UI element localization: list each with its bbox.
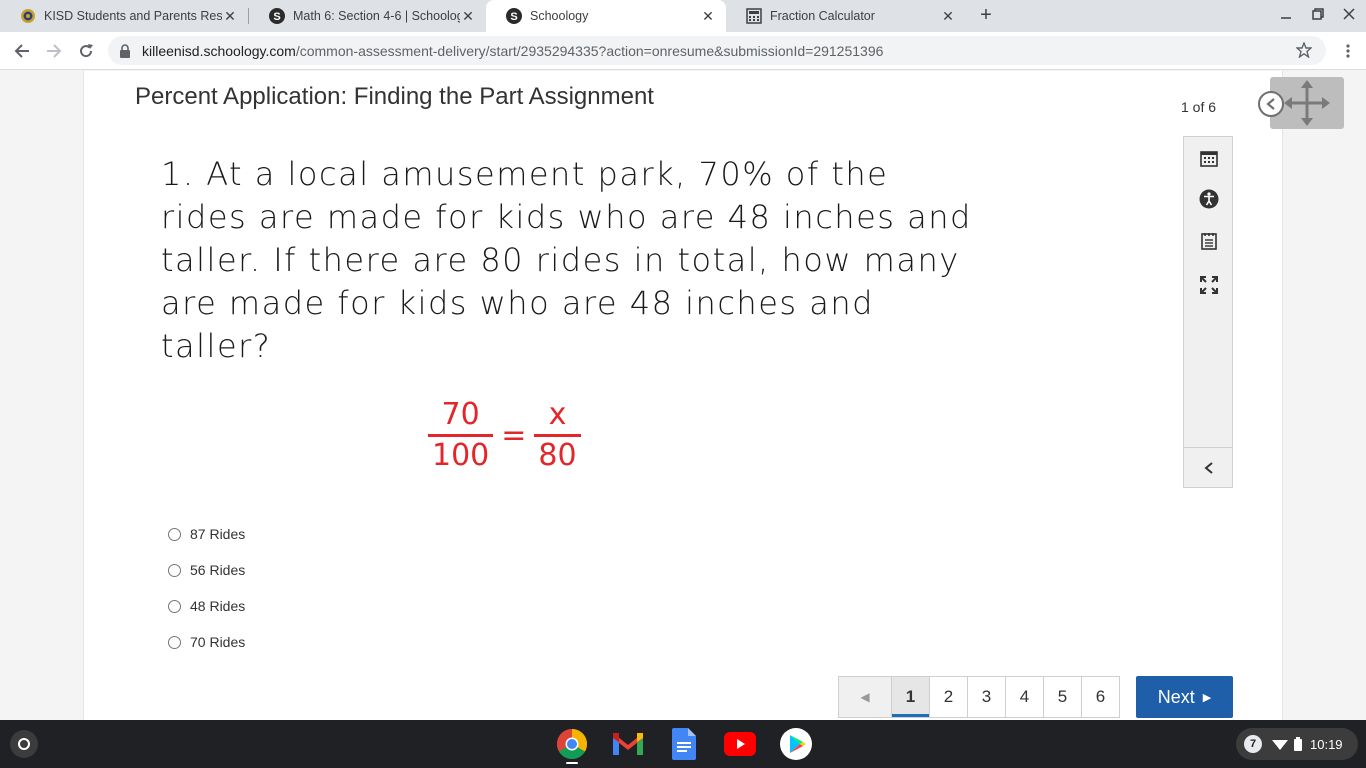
radio-button[interactable] — [168, 527, 181, 541]
left-denominator: 100 — [432, 438, 490, 473]
new-tab-button[interactable]: + — [976, 5, 996, 26]
url-path: /common-assessment-delivery/start/293529… — [295, 42, 884, 59]
left-fraction: 70 100 — [428, 397, 494, 474]
radio-button[interactable] — [168, 563, 181, 577]
os-shelf: 7 10:19 — [0, 720, 1366, 768]
close-icon[interactable]: ✕ — [222, 8, 238, 24]
svg-text:S: S — [273, 11, 280, 23]
address-bar[interactable]: killeenisd.schoology.com/common-assessme… — [108, 36, 1326, 65]
youtube-icon[interactable] — [724, 728, 756, 760]
bookmark-star-icon[interactable] — [1295, 41, 1313, 59]
schoology-icon: S — [506, 8, 522, 24]
answer-label: 70 Rides — [190, 634, 246, 650]
notepad-icon[interactable] — [1199, 231, 1219, 251]
tab-title: Math 6: Section 4-6 | Schoology — [293, 9, 460, 23]
answer-option-2[interactable]: 56 Rides — [168, 552, 245, 588]
close-icon[interactable]: ✕ — [700, 8, 716, 24]
answer-label: 87 Rides — [190, 526, 246, 542]
url-text: killeenisd.schoology.com/common-assessme… — [142, 43, 883, 59]
notification-count-badge[interactable]: 7 — [1244, 735, 1262, 753]
assessment-sheet: Percent Application: Finding the Part As… — [83, 71, 1344, 720]
move-arrows-icon — [1284, 80, 1330, 126]
question-text: 1. At a local amusement park, 70% of the… — [161, 155, 972, 365]
right-numerator: x — [548, 397, 567, 432]
previous-page-button[interactable]: ◀ — [838, 676, 892, 718]
collapse-left-icon[interactable] — [1258, 91, 1284, 117]
page-title: Percent Application: Finding the Part As… — [135, 83, 654, 110]
calendar-tool-icon[interactable] — [1199, 148, 1219, 168]
answer-option-4[interactable]: 70 Rides — [168, 624, 245, 660]
menu-kebab-icon[interactable] — [1338, 41, 1358, 61]
tab-title: KISD Students and Parents Reso — [44, 9, 222, 23]
page-1-button[interactable]: 1 — [891, 676, 930, 718]
next-label: Next — [1157, 686, 1195, 707]
page-3-button[interactable]: 3 — [967, 676, 1006, 718]
answer-option-3[interactable]: 48 Rides — [168, 588, 245, 624]
play-arrow-icon: ▶ — [1202, 691, 1212, 704]
lock-icon[interactable] — [118, 43, 132, 58]
equals-sign: = — [501, 418, 527, 453]
tab-title: Schoology — [530, 9, 589, 23]
close-icon[interactable]: ✕ — [940, 8, 956, 24]
url-host: killeenisd.schoology.com — [142, 42, 296, 59]
collapse-panel-chevron-icon[interactable] — [1199, 458, 1219, 478]
tab-fraction-calculator[interactable]: Fraction Calculator ✕ — [726, 0, 966, 32]
right-denominator: 80 — [538, 438, 577, 473]
tab-title: Fraction Calculator — [770, 9, 875, 23]
tab-kisd[interactable]: KISD Students and Parents Reso ✕ — [0, 0, 248, 32]
question-counter: 1 of 6 — [1181, 99, 1217, 115]
page-6-button[interactable]: 6 — [1081, 676, 1120, 718]
forward-arrow-icon[interactable] — [44, 41, 64, 61]
clock-time: 10:19 — [1310, 736, 1343, 752]
calculator-icon — [746, 8, 762, 24]
next-button[interactable]: Next ▶ — [1136, 676, 1233, 718]
answer-option-1[interactable]: 87 Rides — [168, 516, 245, 552]
accessibility-icon[interactable] — [1199, 189, 1219, 209]
restore-icon[interactable] — [1310, 8, 1326, 24]
tool-panel — [1183, 136, 1233, 488]
browser-toolbar: killeenisd.schoology.com/common-assessme… — [0, 32, 1366, 70]
tab-strip: KISD Students and Parents Reso ✕ S Math … — [0, 0, 1366, 32]
close-icon[interactable]: ✕ — [460, 8, 476, 24]
fraction-bar — [534, 434, 581, 437]
minimize-icon[interactable] — [1278, 8, 1294, 24]
system-tray[interactable]: 7 10:19 — [1236, 728, 1358, 760]
svg-text:S: S — [510, 11, 517, 23]
kisd-seal-icon — [20, 8, 36, 24]
launcher-button[interactable] — [10, 730, 38, 758]
battery-icon — [1294, 737, 1302, 751]
panel-divider — [1184, 447, 1232, 448]
answer-options: 87 Rides 56 Rides 48 Rides 70 Rides — [168, 516, 245, 660]
page-content: Percent Application: Finding the Part As… — [0, 71, 1366, 720]
proportion-equation: 70 100 = x 80 — [428, 397, 581, 474]
active-app-indicator — [566, 762, 578, 764]
right-fraction: x 80 — [534, 397, 581, 474]
left-numerator: 70 — [441, 397, 480, 432]
schoology-icon: S — [269, 8, 285, 24]
docs-icon[interactable] — [668, 728, 700, 760]
page-5-button[interactable]: 5 — [1043, 676, 1082, 718]
page-4-button[interactable]: 4 — [1005, 676, 1044, 718]
fraction-bar — [428, 434, 494, 437]
radio-button[interactable] — [168, 635, 181, 649]
tab-schoology-active[interactable]: S Schoology ✕ — [486, 0, 726, 32]
wifi-icon — [1272, 738, 1288, 750]
radio-button[interactable] — [168, 599, 181, 613]
gmail-icon[interactable] — [612, 728, 644, 760]
launcher-circle-icon — [18, 738, 30, 750]
chrome-icon[interactable] — [556, 728, 588, 760]
play-store-icon[interactable] — [780, 728, 812, 760]
close-window-icon[interactable] — [1341, 8, 1357, 24]
page-2-button[interactable]: 2 — [929, 676, 968, 718]
reload-icon[interactable] — [76, 41, 96, 61]
back-arrow-icon[interactable] — [12, 41, 32, 61]
fullscreen-expand-icon[interactable] — [1199, 275, 1219, 295]
answer-label: 48 Rides — [190, 598, 246, 614]
tab-math6[interactable]: S Math 6: Section 4-6 | Schoology ✕ — [249, 0, 486, 32]
answer-label: 56 Rides — [190, 562, 246, 578]
question-pagination: ◀ 1 2 3 4 5 6 — [838, 676, 1120, 718]
